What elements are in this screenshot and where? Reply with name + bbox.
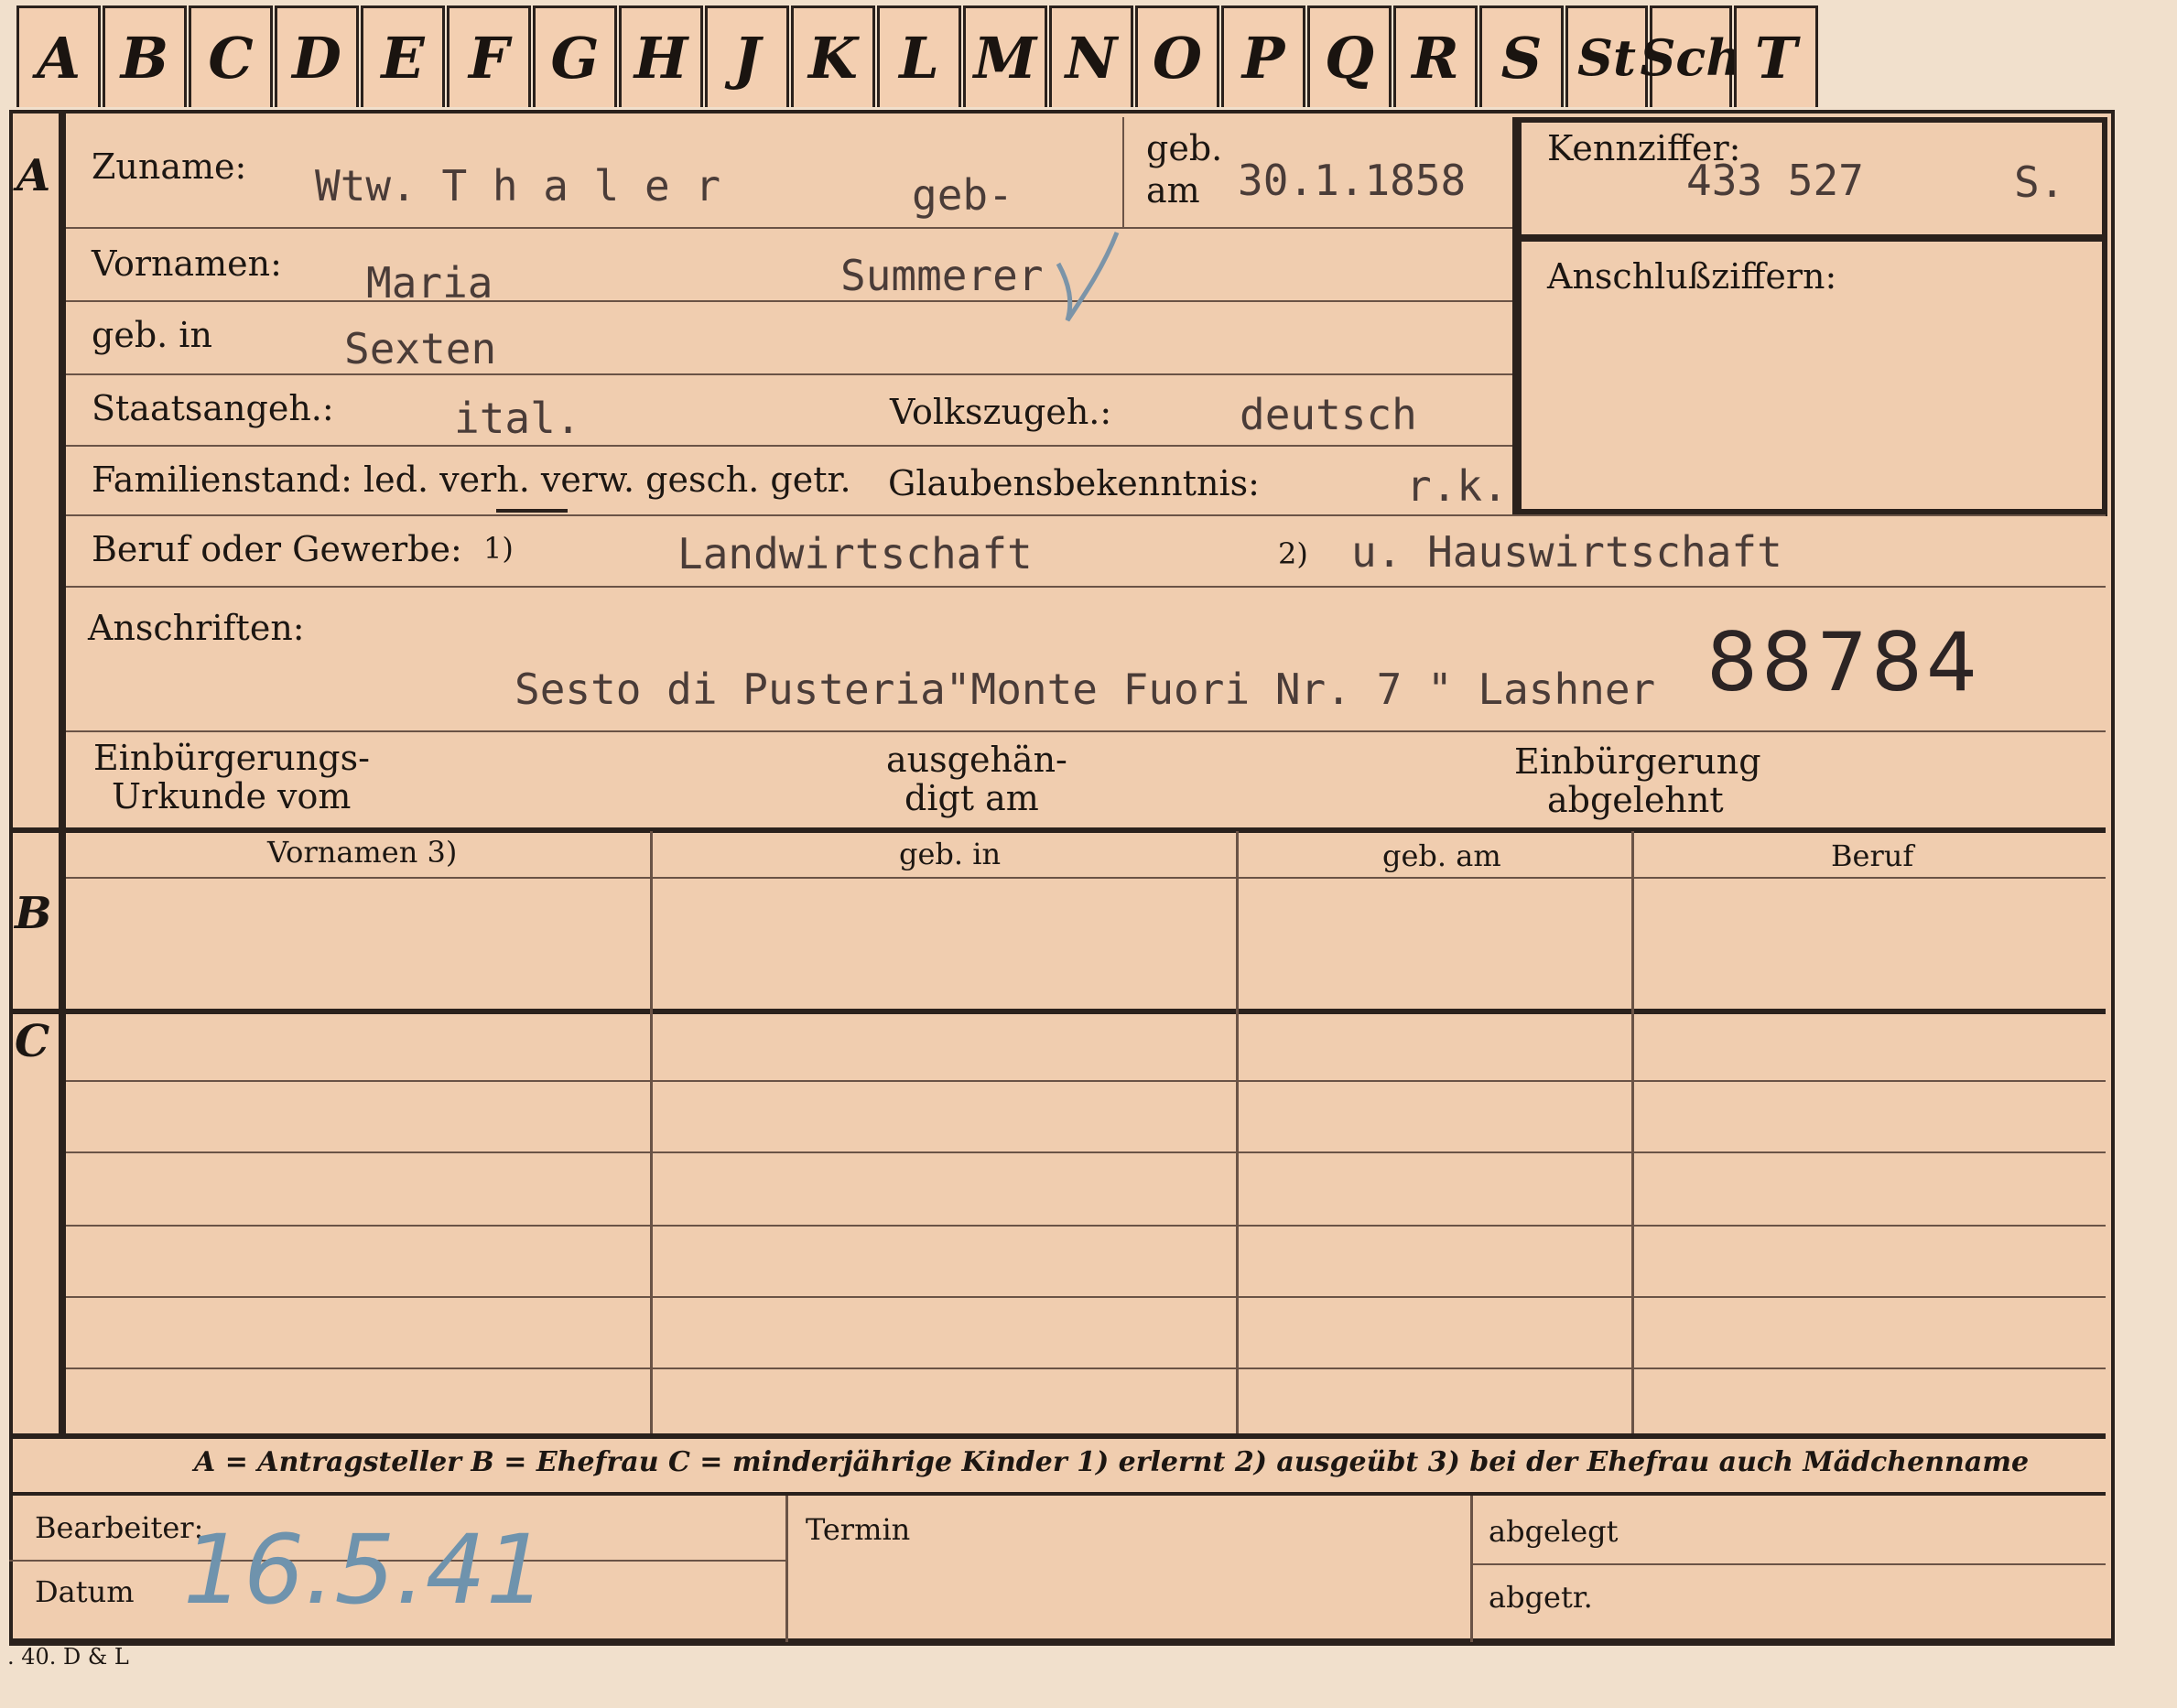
stamp-number: 88784	[1706, 615, 1981, 709]
value-kennziffer: 433 527	[1686, 156, 1864, 205]
tab-a[interactable]: A	[16, 5, 101, 107]
tab-sch[interactable]: Sch	[1640, 5, 1742, 107]
kennziffer-box-right	[2102, 117, 2107, 516]
value-volkszugeh: deutsch	[1240, 390, 1417, 439]
label-abgelegt: abgelegt	[1489, 1514, 1619, 1549]
check-mark-icon	[1056, 232, 1120, 322]
label-einb-urkunde-2: Urkunde vom	[112, 776, 352, 816]
tab-h[interactable]: H	[619, 5, 703, 107]
table-header-geb-am: geb. am	[1382, 838, 1501, 873]
value-zuname: Wtw. T h a l e r	[315, 161, 721, 211]
tab-c[interactable]: C	[189, 5, 273, 107]
label-glaubensbekenntnis: Glaubensbekenntnis:	[888, 463, 1260, 503]
label-anschriften: Anschriften:	[88, 608, 305, 648]
legend-top	[9, 1433, 2106, 1439]
label-termin: Termin	[806, 1512, 911, 1547]
kennziffer-box-top	[1512, 117, 2106, 123]
tab-t[interactable]: T	[1734, 5, 1818, 107]
label-einb-abgelehnt-1: Einbürgerung	[1514, 741, 1761, 782]
value-staatsangeh: ital.	[454, 394, 581, 443]
section-b-top	[9, 827, 2106, 833]
value-datum: 16.5.41	[183, 1514, 547, 1626]
value-anschrift: Sesto di Pusteria"Monte Fuori Nr. 7 " La…	[514, 665, 1656, 714]
tab-p[interactable]: P	[1221, 5, 1305, 107]
label-geb-am-2: am	[1146, 170, 1200, 211]
kennziffer-box-divider	[1512, 234, 2106, 242]
label-vornamen: Vornamen:	[92, 243, 282, 284]
label-geb-in: geb. in	[92, 315, 212, 355]
table-header-beruf: Beruf	[1831, 838, 1914, 873]
card-bottom-border	[9, 1638, 2115, 1646]
footnote-2-marker: 2)	[1278, 536, 1308, 571]
label-staatsangeh: Staatsangeh.:	[92, 388, 334, 428]
print-code: . 40. D & L	[7, 1644, 129, 1670]
legend: A = Antragsteller B = Ehefrau C = minder…	[194, 1446, 2030, 1478]
section-column-divider	[59, 110, 66, 1435]
tab-r[interactable]: R	[1393, 5, 1478, 107]
label-beruf: Beruf oder Gewerbe:	[92, 529, 462, 569]
verw-underline	[496, 509, 568, 513]
value-geb-prefix: geb-	[912, 170, 1013, 220]
tab-m[interactable]: M	[963, 5, 1047, 107]
index-card	[9, 110, 2115, 1640]
value-beruf-2: u. Hauswirtschaft	[1351, 527, 1782, 577]
tab-d[interactable]: D	[275, 5, 359, 107]
footnote-1-marker: 1)	[483, 531, 514, 566]
tab-e[interactable]: E	[361, 5, 445, 107]
label-einb-abgelehnt-2: abgelehnt	[1547, 780, 1724, 820]
label-zuname: Zuname:	[92, 146, 247, 187]
value-glaubensbekenntnis: r.k.	[1406, 461, 1508, 511]
table-header-geb-in: geb. in	[899, 837, 1002, 871]
value-kennziffer-suffix: S.	[2014, 157, 2065, 207]
label-geb-am-1: geb.	[1146, 128, 1223, 168]
tab-f[interactable]: F	[447, 5, 531, 107]
section-c-top	[9, 1009, 2106, 1014]
label-bearbeiter: Bearbeiter:	[35, 1510, 204, 1545]
tab-n[interactable]: N	[1049, 5, 1133, 107]
section-c-letter: C	[15, 1016, 50, 1067]
label-einb-urkunde-1: Einbürgerungs-	[93, 738, 370, 778]
label-familienstand: Familienstand: led. verh. verw. gesch. g…	[92, 459, 851, 500]
kennziffer-box-left	[1512, 117, 1522, 511]
value-beruf-1: Landwirtschaft	[677, 529, 1033, 578]
label-anschlussziffern: Anschlußziffern:	[1547, 256, 1837, 297]
section-b-letter: B	[15, 888, 52, 939]
legend-bottom	[9, 1492, 2106, 1496]
tab-s[interactable]: S	[1479, 5, 1564, 107]
alphabet-tabs: A B C D E F G H J K L M N O P Q R S St Sch T	[16, 5, 1820, 111]
label-datum: Datum	[35, 1574, 135, 1609]
tab-b[interactable]: B	[103, 5, 187, 107]
section-a-letter: A	[16, 150, 51, 201]
tab-k[interactable]: K	[791, 5, 875, 107]
value-geb-in: Sexten	[344, 324, 497, 373]
label-ausgehaendigt-2: digt am	[904, 778, 1039, 818]
label-ausgehaendigt-1: ausgehän-	[886, 740, 1067, 780]
tab-o[interactable]: O	[1135, 5, 1219, 107]
label-abgetr: abgetr.	[1489, 1580, 1593, 1615]
table-header-vornamen: Vornamen 3)	[267, 835, 458, 870]
tab-st[interactable]: St	[1565, 5, 1648, 107]
value-geb-am: 30.1.1858	[1238, 156, 1467, 205]
card-top-border	[9, 110, 2111, 114]
tab-g[interactable]: G	[533, 5, 617, 107]
tab-j[interactable]: J	[705, 5, 789, 107]
value-vornamen: Maria	[366, 258, 493, 308]
card-left-border	[9, 110, 13, 1643]
value-maiden-name: Summerer	[840, 251, 1044, 300]
tab-l[interactable]: L	[877, 5, 961, 107]
tab-q[interactable]: Q	[1307, 5, 1392, 107]
label-volkszugeh: Volkszugeh.:	[890, 392, 1112, 432]
